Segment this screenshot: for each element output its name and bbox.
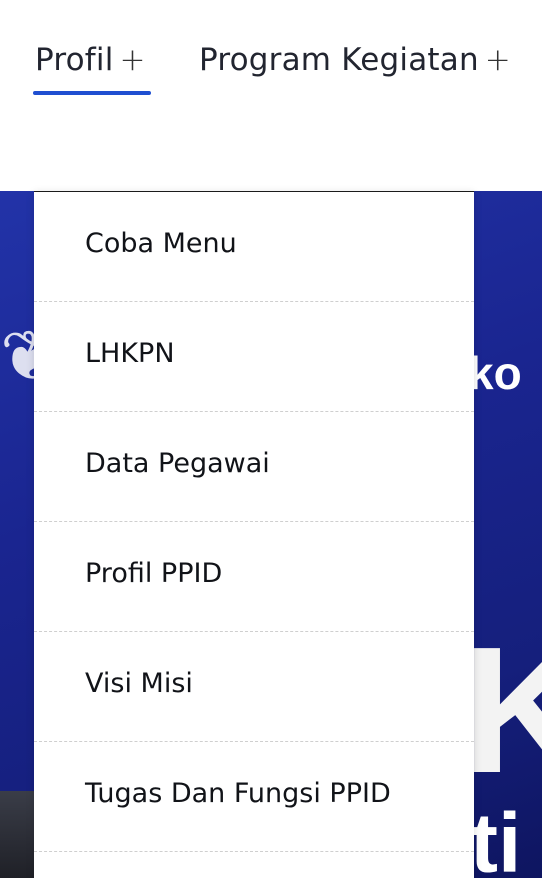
- profil-dropdown-menu: Coba Menu LHKPN Data Pegawai Profil PPID…: [34, 191, 474, 878]
- dropdown-item-tugas-dan-fungsi-ppid[interactable]: Tugas Dan Fungsi PPID: [34, 742, 474, 852]
- dropdown-item-label: Tugas Dan Fungsi PPID: [85, 778, 391, 809]
- active-nav-underline: [33, 91, 151, 95]
- dropdown-item-profil-ppid[interactable]: Profil PPID: [34, 522, 474, 632]
- nav-item-label: Program Kegiatan: [199, 42, 479, 78]
- dropdown-item-label: Visi Misi: [85, 668, 193, 699]
- expand-plus-icon: +: [484, 42, 511, 78]
- dropdown-item-label: Coba Menu: [85, 228, 237, 259]
- nav-item-label: Profil: [35, 42, 114, 78]
- hero-text-fragment: ti: [470, 796, 522, 878]
- dropdown-item-label: LHKPN: [85, 338, 175, 369]
- dropdown-item-coba-menu[interactable]: Coba Menu: [34, 192, 474, 302]
- expand-plus-icon: +: [119, 42, 146, 78]
- dropdown-item-label: Data Pegawai: [85, 448, 270, 479]
- hero-text-fragment: ko: [468, 347, 522, 399]
- dropdown-item-data-pegawai[interactable]: Data Pegawai: [34, 412, 474, 522]
- nav-item-program-kegiatan[interactable]: Program Kegiatan +: [199, 42, 511, 82]
- dropdown-item-label: Profil PPID: [85, 558, 223, 589]
- dropdown-item-lhkpn[interactable]: LHKPN: [34, 302, 474, 412]
- nav-item-profil[interactable]: Profil +: [35, 42, 146, 82]
- dropdown-item-visi-misi[interactable]: Visi Misi: [34, 632, 474, 742]
- hero-text-fragment: K: [462, 610, 542, 811]
- top-navbar: Profil + Program Kegiatan +: [0, 0, 542, 191]
